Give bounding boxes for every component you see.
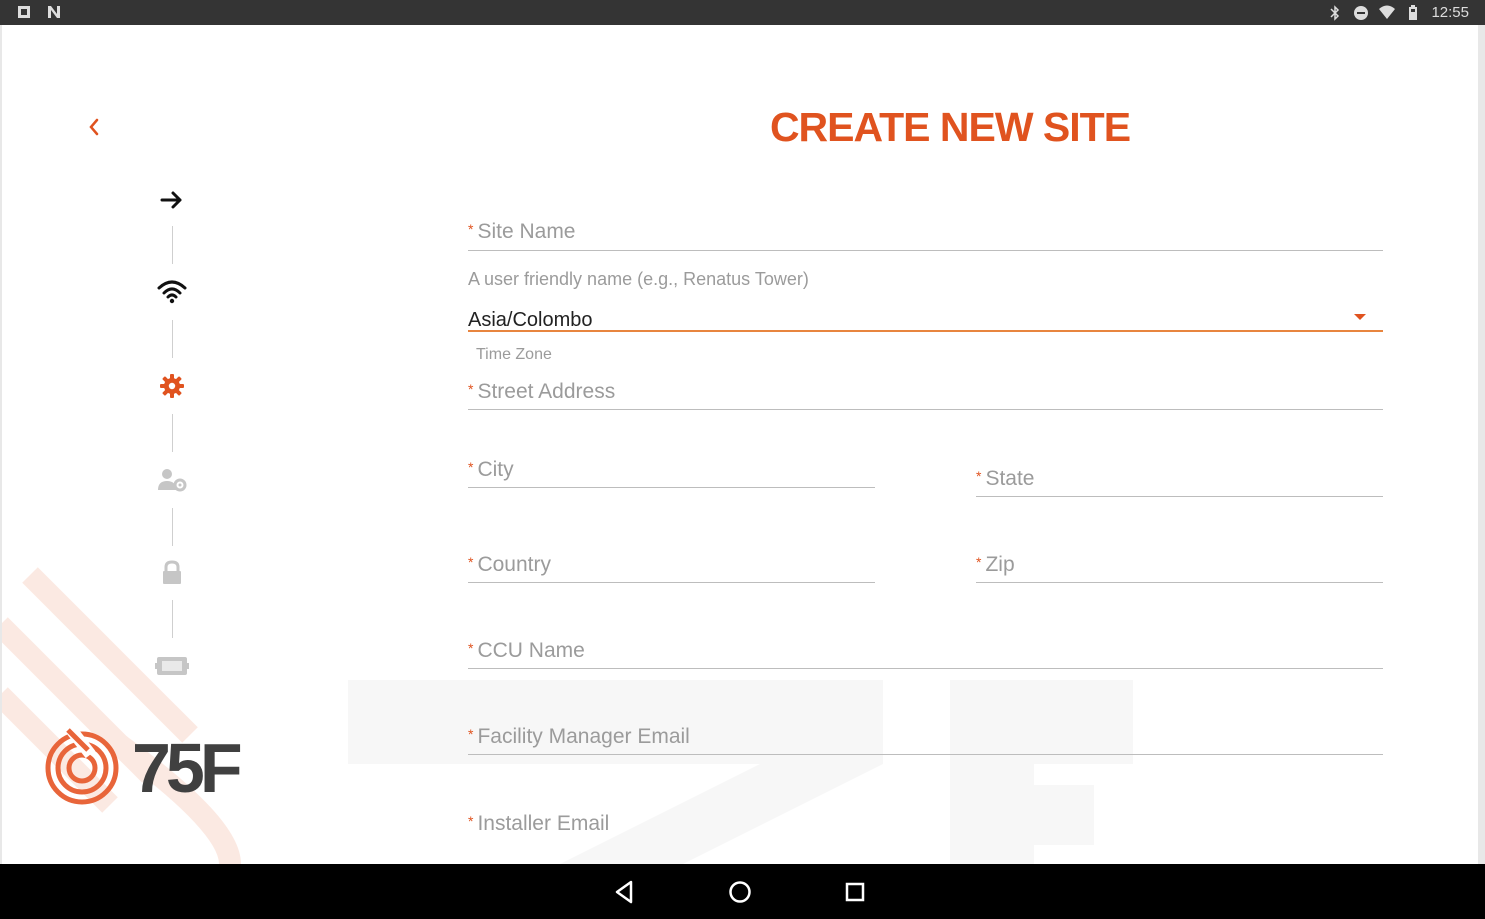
state-label-text: State [985, 467, 1035, 490]
state-field[interactable]: * State [976, 465, 1383, 499]
facility-manager-email-label-text: Facility Manager Email [477, 725, 690, 748]
state-label: * State [976, 467, 1035, 491]
wifi-signal-icon [1379, 5, 1396, 19]
country-underline [468, 582, 875, 583]
battery-icon [1409, 4, 1418, 20]
country-label-text: Country [477, 553, 551, 576]
notification-app-icon [18, 6, 30, 18]
facility-manager-email-label: * Facility Manager Email [468, 725, 690, 749]
time-zone-value: Asia/Colombo [468, 309, 593, 331]
logo-text: 75F [132, 729, 241, 807]
triangle-back-icon [615, 880, 633, 904]
site-name-underline [468, 250, 1383, 251]
nav-back-button[interactable] [611, 878, 639, 906]
required-marker: * [468, 813, 474, 829]
ccu-name-field[interactable]: * CCU Name [468, 637, 1383, 671]
installer-email-label-text: Installer Email [477, 812, 610, 835]
step-lock[interactable] [152, 553, 192, 593]
zip-field[interactable]: * Zip [976, 551, 1383, 585]
country-label: * Country [468, 553, 551, 577]
stepper-connector [171, 508, 173, 546]
dropdown-caret-icon[interactable] [1354, 314, 1366, 320]
required-marker: * [468, 726, 474, 742]
street-address-label: * Street Address [468, 380, 615, 404]
city-underline [468, 487, 875, 488]
required-marker: * [468, 640, 474, 656]
facility-manager-email-underline [468, 754, 1383, 755]
required-marker: * [468, 459, 474, 475]
country-field[interactable]: * Country [468, 551, 875, 585]
nav-recents-button[interactable] [841, 878, 869, 906]
city-label: * City [468, 458, 514, 482]
street-address-field[interactable]: * Street Address [468, 378, 1383, 412]
stepper-connector [171, 320, 173, 358]
status-bar: 12:55 [0, 0, 1485, 25]
required-marker: * [976, 554, 982, 570]
step-settings[interactable] [152, 366, 192, 406]
screen-edge-right [1478, 25, 1485, 864]
gear-icon [160, 374, 184, 398]
ccu-name-label-text: CCU Name [477, 639, 585, 662]
time-zone-caption: Time Zone [476, 346, 552, 363]
zip-label-text: Zip [985, 553, 1015, 576]
required-marker: * [468, 221, 474, 237]
square-recents-icon [845, 882, 865, 902]
required-marker: * [468, 554, 474, 570]
bluetooth-icon [1330, 4, 1340, 21]
stepper-connector [171, 226, 173, 264]
back-button[interactable] [84, 115, 104, 139]
circle-home-icon [729, 881, 751, 903]
step-arrow-right[interactable] [152, 180, 192, 220]
step-user-settings[interactable] [152, 460, 192, 500]
lock-icon [163, 560, 181, 584]
facility-manager-email-field[interactable]: * Facility Manager Email [468, 723, 1383, 757]
city-field[interactable]: * City [468, 456, 875, 490]
state-underline [976, 496, 1383, 497]
wifi-icon [157, 280, 187, 304]
do-not-disturb-icon [1354, 5, 1369, 20]
required-marker: * [468, 381, 474, 397]
status-time: 12:55 [1431, 4, 1469, 21]
stepper-connector [171, 600, 173, 638]
chevron-left-icon [89, 118, 99, 136]
street-address-label-text: Street Address [477, 380, 616, 403]
zip-underline [976, 582, 1383, 583]
notification-n-icon [48, 6, 60, 18]
site-name-label-text: Site Name [477, 220, 576, 243]
installer-email-label: * Installer Email [468, 812, 609, 836]
stepper-connector [171, 414, 173, 452]
user-settings-icon [158, 469, 187, 492]
ccu-name-underline [468, 668, 1383, 669]
screen-edge-left [0, 25, 2, 864]
step-wifi[interactable] [152, 272, 192, 312]
ccu-name-label: * CCU Name [468, 639, 585, 663]
page-title: CREATE NEW SITE [769, 104, 1131, 150]
time-zone-underline [468, 330, 1383, 332]
installer-email-field[interactable]: * Installer Email [468, 810, 1383, 844]
zip-label: * Zip [976, 553, 1015, 577]
required-marker: * [976, 468, 982, 484]
system-navigation-bar [0, 864, 1485, 919]
site-name-label: * Site Name [468, 220, 576, 244]
nav-home-button[interactable] [726, 878, 754, 906]
device-icon [155, 657, 189, 675]
street-address-underline [468, 409, 1383, 410]
city-label-text: City [477, 458, 514, 481]
site-name-hint: A user friendly name (e.g., Renatus Towe… [468, 269, 809, 289]
step-device[interactable] [152, 646, 192, 686]
brand-logo: 75F [40, 716, 290, 816]
arrow-right-icon [160, 191, 182, 209]
site-name-field[interactable]: * Site Name [468, 218, 1383, 252]
